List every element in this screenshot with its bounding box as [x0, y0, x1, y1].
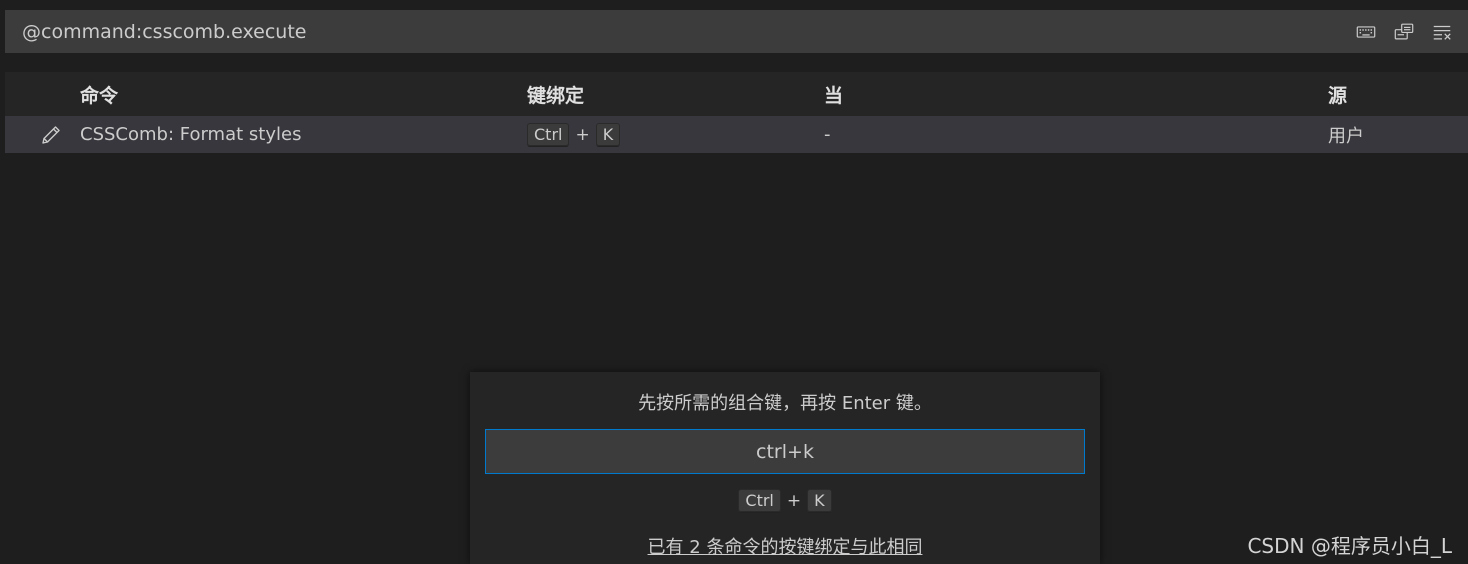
header-when[interactable]: 当 — [824, 72, 843, 116]
clear-filter-icon[interactable] — [1430, 20, 1454, 44]
key-k: K — [595, 122, 621, 147]
command-label: CSSComb: Format styles — [80, 124, 302, 145]
search-input[interactable] — [5, 10, 1354, 53]
watermark: CSDN @程序员小白_L — [1247, 534, 1452, 558]
keyboard-shortcuts-editor: 命令 键绑定 当 源 CSSComb: Format styles Ctrl +… — [0, 0, 1468, 564]
table-header: 命令 键绑定 当 源 — [5, 72, 1468, 116]
keybinding-preview: Ctrl + K — [470, 489, 1100, 513]
preview-plus-sign: + — [786, 491, 802, 511]
keybinding-instruction: 先按所需的组合键，再按 Enter 键。 — [638, 393, 932, 414]
header-keybinding[interactable]: 键绑定 — [527, 72, 584, 116]
plus-sign: + — [575, 124, 590, 145]
header-command[interactable]: 命令 — [80, 72, 118, 116]
preview-key-k: K — [807, 489, 832, 513]
key-ctrl: Ctrl — [527, 122, 570, 147]
define-keybinding-widget: 先按所需的组合键，再按 Enter 键。 Ctrl + K 已有 2 条命令的按… — [470, 372, 1100, 564]
keyboard-icon[interactable] — [1354, 20, 1378, 44]
search-actions — [1354, 20, 1468, 44]
preview-key-ctrl: Ctrl — [738, 489, 781, 513]
pencil-icon[interactable] — [39, 116, 63, 153]
when-value: - — [824, 124, 831, 145]
table-row[interactable]: CSSComb: Format styles Ctrl + K - 用户 — [5, 116, 1468, 153]
keybinding-cell[interactable]: Ctrl + K — [527, 116, 621, 153]
conflict-link[interactable]: 已有 2 条命令的按键绑定与此相同 — [470, 533, 1100, 559]
keybinding-input[interactable] — [485, 429, 1085, 474]
record-keys-icon[interactable] — [1392, 20, 1416, 44]
source-value: 用户 — [1328, 125, 1364, 147]
header-source[interactable]: 源 — [1328, 72, 1347, 116]
search-bar — [5, 10, 1468, 53]
